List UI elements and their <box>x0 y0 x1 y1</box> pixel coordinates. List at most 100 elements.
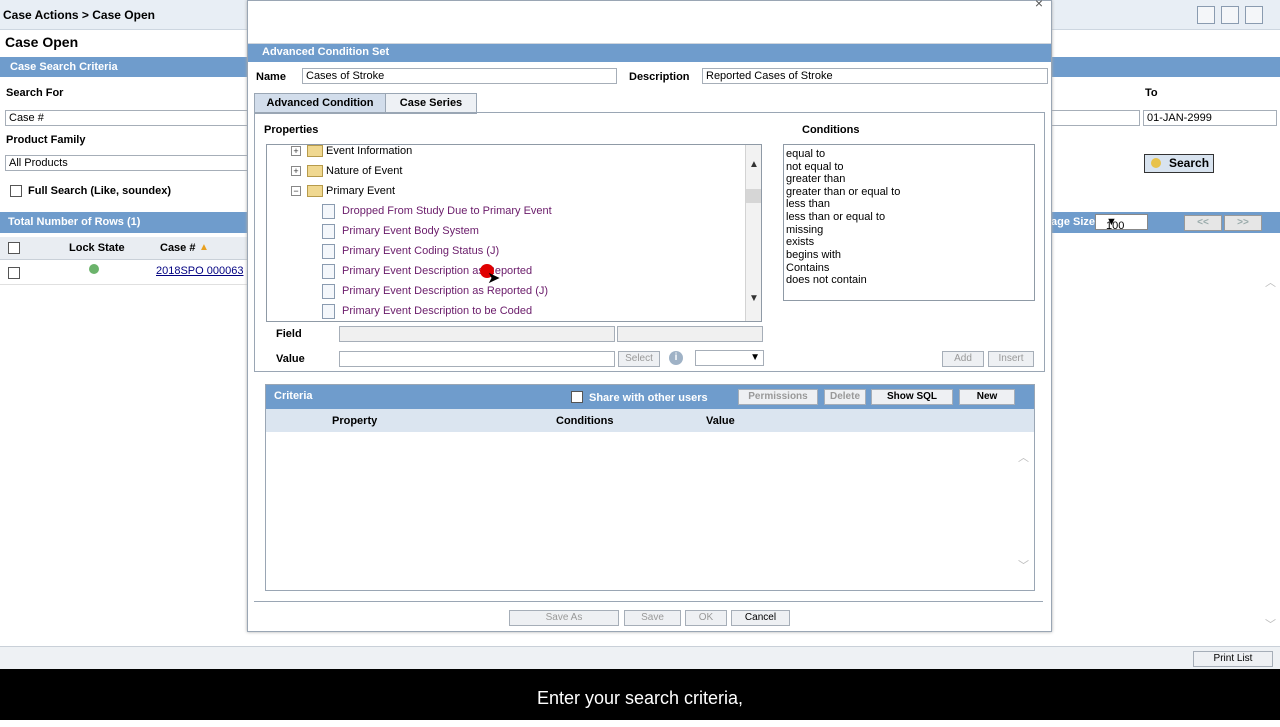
page-title: Case Open <box>5 34 79 50</box>
chevron-down-icon: ▼ <box>1106 216 1117 228</box>
breadcrumb: Case Actions > Case Open <box>3 8 155 22</box>
next-page-button[interactable]: >> <box>1224 215 1262 231</box>
tree-item-event-information[interactable]: + Event Information <box>267 145 745 163</box>
scroll-up-arrow-icon[interactable]: ▲ <box>749 159 759 170</box>
col-case-num[interactable]: Case # <box>160 242 195 254</box>
field-input-secondary[interactable] <box>617 326 763 342</box>
tree-item-leaf[interactable]: Primary Event Description as Reported <box>267 263 745 283</box>
select-button[interactable]: Select <box>618 351 660 367</box>
expand-icon[interactable]: + <box>291 146 301 156</box>
document-icon <box>322 304 335 319</box>
list-item[interactable]: greater than <box>786 173 845 185</box>
save-as-button[interactable]: Save As <box>509 610 619 626</box>
advanced-condition-set-header: Advanced Condition Set <box>248 44 1051 62</box>
folder-icon <box>307 145 323 157</box>
results-header: Lock State Case # ▲ <box>0 237 247 260</box>
search-for-label: Search For <box>6 87 64 99</box>
delete-button[interactable]: Delete <box>824 389 866 405</box>
print-list-button[interactable]: Print List <box>1193 651 1273 667</box>
permissions-button[interactable]: Permissions <box>738 389 818 405</box>
criteria-scroll-down-icon[interactable]: ﹀ <box>1018 557 1029 573</box>
cancel-button[interactable]: Cancel <box>731 610 790 626</box>
name-label: Name <box>256 71 286 83</box>
scroll-down-icon[interactable]: ﹀ <box>1265 616 1276 632</box>
properties-label: Properties <box>264 124 319 136</box>
new-button[interactable]: New <box>959 389 1015 405</box>
tab-advanced-condition[interactable]: Advanced Condition <box>254 93 386 114</box>
scroll-down-arrow-icon[interactable]: ▼ <box>749 293 759 304</box>
criteria-table-header: Property Conditions Value <box>266 409 1034 432</box>
list-item[interactable]: less than or equal to <box>786 211 885 223</box>
list-item[interactable]: begins with <box>786 249 841 261</box>
value-input[interactable] <box>339 351 615 367</box>
tree-item-leaf[interactable]: Primary Event Description to be Coded <box>267 303 745 321</box>
value-dropdown[interactable]: ▼ <box>695 350 764 366</box>
to-date-field[interactable]: 01-JAN-2999 <box>1143 110 1277 126</box>
magnifier-icon <box>1151 158 1161 168</box>
col-conditions: Conditions <box>556 415 614 427</box>
new-icon[interactable] <box>1197 6 1215 24</box>
list-item[interactable]: does not contain <box>786 274 867 286</box>
list-item[interactable]: exists <box>786 236 814 248</box>
page-size-bar: age Size 100 ▼ << >> <box>1051 212 1280 233</box>
tree-item-nature-of-event[interactable]: + Nature of Event <box>267 163 745 183</box>
list-item[interactable]: greater than or equal to <box>786 186 900 198</box>
document-icon <box>322 244 335 259</box>
scroll-thumb[interactable] <box>746 189 761 203</box>
list-item[interactable]: equal to <box>786 148 825 160</box>
full-search-label: Full Search (Like, soundex) <box>28 185 172 197</box>
case-link[interactable]: 2018SPO 000063 <box>156 265 243 277</box>
prev-page-button[interactable]: << <box>1184 215 1222 231</box>
name-input[interactable]: Cases of Stroke <box>302 68 617 84</box>
close-icon[interactable]: × <box>1035 0 1043 11</box>
conditions-list[interactable]: equal to not equal to greater than great… <box>783 144 1035 301</box>
search-for-select[interactable]: Case # <box>5 110 248 126</box>
value-label: Value <box>276 353 305 365</box>
list-item[interactable]: Contains <box>786 262 829 274</box>
advanced-condition-dialog: × Advanced Condition Set Name Cases of S… <box>247 0 1052 632</box>
chevron-down-icon: ▼ <box>750 352 760 363</box>
show-sql-button[interactable]: Show SQL <box>871 389 953 405</box>
collapse-icon[interactable]: − <box>291 186 301 196</box>
list-item[interactable]: less than <box>786 198 830 210</box>
field-label: Field <box>276 328 302 340</box>
open-folder-icon[interactable] <box>1221 6 1239 24</box>
criteria-panel: Criteria Share with other users Permissi… <box>265 384 1035 591</box>
save-button[interactable]: Save <box>624 610 681 626</box>
tree-item-primary-event[interactable]: − Primary Event <box>267 183 745 203</box>
share-label: Share with other users <box>589 392 708 404</box>
tree-item-leaf[interactable]: Primary Event Coding Status (J) <box>267 243 745 263</box>
list-item[interactable]: not equal to <box>786 161 844 173</box>
description-input[interactable]: Reported Cases of Stroke <box>702 68 1048 84</box>
case-search-criteria-header-right <box>1051 57 1280 77</box>
list-item[interactable]: missing <box>786 224 823 236</box>
full-search-checkbox[interactable] <box>10 185 22 197</box>
tab-case-series[interactable]: Case Series <box>385 93 477 114</box>
share-checkbox[interactable] <box>571 391 583 403</box>
scroll-up-icon[interactable]: ︿ <box>1265 274 1276 290</box>
row-checkbox[interactable] <box>8 267 20 279</box>
page-size-select[interactable]: 100 ▼ <box>1095 214 1148 232</box>
insert-button[interactable]: Insert <box>988 351 1034 367</box>
tree-item-leaf[interactable]: Primary Event Description as Reported (J… <box>267 283 745 303</box>
product-family-label: Product Family <box>6 134 86 146</box>
tree-scrollbar[interactable]: ▲ ▼ <box>745 145 761 321</box>
expand-icon[interactable]: + <box>291 166 301 176</box>
search-button[interactable]: Search <box>1144 154 1214 173</box>
folder-open-icon <box>307 185 323 197</box>
tree-item-leaf[interactable]: Dropped From Study Due to Primary Event <box>267 203 745 223</box>
ok-button[interactable]: OK <box>685 610 727 626</box>
col-lock-state: Lock State <box>69 242 125 254</box>
caption-bar: Enter your search criteria, <box>0 669 1280 720</box>
field-input[interactable] <box>339 326 615 342</box>
document-icon <box>322 224 335 239</box>
product-family-select[interactable]: All Products <box>5 155 248 171</box>
add-button[interactable]: Add <box>942 351 984 367</box>
criteria-scroll-up-icon[interactable]: ︿ <box>1018 449 1029 465</box>
tree-item-leaf[interactable]: Primary Event Body System <box>267 223 745 243</box>
select-all-checkbox[interactable] <box>8 242 20 254</box>
from-date-field[interactable] <box>1051 110 1140 126</box>
list-icon[interactable] <box>1245 6 1263 24</box>
info-icon[interactable]: i <box>669 351 683 365</box>
col-value: Value <box>706 415 735 427</box>
